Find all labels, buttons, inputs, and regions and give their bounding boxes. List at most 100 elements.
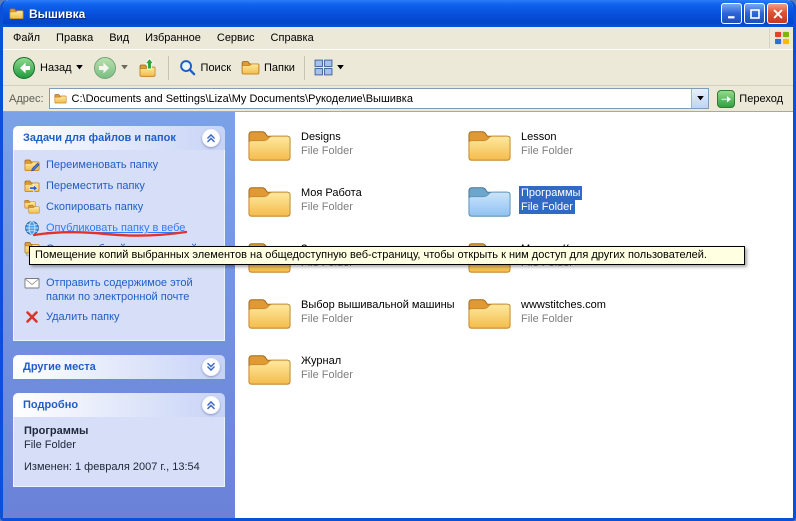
file-type: File Folder <box>519 144 575 158</box>
details-modified: Изменен: 1 февраля 2007 г., 13:54 <box>24 461 216 474</box>
views-button[interactable] <box>309 54 349 81</box>
file-name: Выбор вышивальной машины <box>299 298 457 312</box>
task-label: Удалить папку <box>46 309 120 324</box>
close-button[interactable] <box>767 3 788 24</box>
views-grid-icon <box>314 58 333 77</box>
address-label: Адрес: <box>7 93 44 105</box>
menu-tools[interactable]: Сервис <box>209 29 263 47</box>
details-file-name: Программы <box>24 425 216 437</box>
folder-up-icon <box>138 57 159 78</box>
file-type: File Folder <box>519 312 575 326</box>
folder-icon <box>467 182 512 220</box>
file-type: File Folder <box>299 144 355 158</box>
menu-bar: Файл Правка Вид Избранное Сервис Справка <box>3 27 793 50</box>
task-label: Переместить папку <box>46 178 145 193</box>
file-name: Designs <box>299 130 343 144</box>
task-email-folder[interactable]: Отправить содержимое этой папки по элект… <box>24 275 218 304</box>
details-title: Подробно <box>23 399 78 411</box>
task-label: Опубликовать папку в вебе <box>46 220 185 235</box>
address-path: C:\Documents and Settings\Liza\My Docume… <box>72 93 688 105</box>
address-dropdown-button[interactable] <box>691 89 708 108</box>
file-tile[interactable]: DesignsFile Folder <box>247 126 467 182</box>
file-tile[interactable]: Выбор вышивальной машиныFile Folder <box>247 294 467 350</box>
toolbar-separator <box>304 56 305 80</box>
forward-button[interactable] <box>88 52 133 84</box>
minimize-button[interactable] <box>721 3 742 24</box>
file-tile[interactable]: LessonFile Folder <box>467 126 687 182</box>
tasks-panel: Задачи для файлов и папок Переименовать … <box>13 126 225 341</box>
search-icon <box>178 58 197 77</box>
file-name: Программы <box>519 186 582 200</box>
file-name: Моя Работа <box>299 186 364 200</box>
title-bar[interactable]: Вышивка <box>3 0 793 27</box>
search-label: Поиск <box>201 62 231 74</box>
back-button[interactable]: Назад <box>7 52 88 84</box>
task-move-folder[interactable]: Переместить папку <box>24 178 218 194</box>
go-arrow-icon <box>717 90 735 108</box>
menu-help[interactable]: Справка <box>263 29 322 47</box>
details-body: Программы File Folder Изменен: 1 февраля… <box>13 417 225 487</box>
menu-edit[interactable]: Правка <box>48 29 101 47</box>
task-copy-folder[interactable]: Скопировать папку <box>24 199 218 215</box>
move-icon <box>24 178 40 194</box>
address-bar: Адрес: C:\Documents and Settings\Liza\My… <box>3 86 793 112</box>
other-places-title: Другие места <box>23 361 96 373</box>
folder-icon <box>247 126 292 164</box>
file-tile[interactable]: wwwstitches.comFile Folder <box>467 294 687 350</box>
other-places-panel: Другие места <box>13 355 225 379</box>
file-tile[interactable]: Моя РаботаFile Folder <box>247 182 467 238</box>
back-label: Назад <box>40 62 72 74</box>
other-places-header[interactable]: Другие места <box>13 355 225 379</box>
folder-icon <box>467 126 512 164</box>
toolbar-separator <box>168 56 169 80</box>
rename-icon <box>24 157 40 173</box>
folder-icon <box>467 294 512 332</box>
delete-icon <box>24 309 40 325</box>
details-file-type: File Folder <box>24 439 216 451</box>
file-tile[interactable]: ПрограммыFile Folder <box>467 182 687 238</box>
maximize-button[interactable] <box>744 3 765 24</box>
window-folder-icon <box>8 6 25 21</box>
folders-button[interactable]: Папки <box>236 54 300 81</box>
copy-icon <box>24 199 40 215</box>
folder-icon <box>247 350 292 388</box>
folders-icon <box>241 58 260 77</box>
task-label: Скопировать папку <box>46 199 143 214</box>
window-controls <box>721 3 788 24</box>
file-type: File Folder <box>519 200 575 214</box>
up-button[interactable] <box>133 53 164 82</box>
tasks-panel-header[interactable]: Задачи для файлов и папок <box>13 126 225 150</box>
views-dropdown-icon <box>337 65 344 70</box>
content-area: Задачи для файлов и папок Переименовать … <box>3 112 793 518</box>
menu-view[interactable]: Вид <box>101 29 137 47</box>
toolbar: Назад Поиск Папки <box>3 50 793 86</box>
go-label: Переход <box>739 93 783 105</box>
email-icon <box>24 275 40 291</box>
collapse-chevron-icon[interactable] <box>202 396 220 414</box>
forward-dropdown-icon <box>121 65 128 70</box>
folders-label: Папки <box>264 62 295 74</box>
tasks-panel-title: Задачи для файлов и папок <box>23 132 176 144</box>
menu-file[interactable]: Файл <box>5 29 48 47</box>
file-tile[interactable]: ЖурналFile Folder <box>247 350 467 406</box>
window-title: Вышивка <box>29 7 721 21</box>
menu-favorites[interactable]: Избранное <box>137 29 209 47</box>
folder-icon <box>247 182 292 220</box>
file-type: File Folder <box>299 200 355 214</box>
task-delete-folder[interactable]: Удалить папку <box>24 309 218 325</box>
tooltip: Помещение копий выбранных элементов на о… <box>29 246 745 265</box>
task-publish-folder[interactable]: Опубликовать папку в вебе <box>24 220 218 236</box>
back-arrow-icon <box>12 56 36 80</box>
expand-chevron-icon[interactable] <box>202 358 220 376</box>
go-button[interactable]: Переход <box>714 88 789 110</box>
file-name: Журнал <box>299 354 343 368</box>
task-rename-folder[interactable]: Переименовать папку <box>24 157 218 173</box>
collapse-chevron-icon[interactable] <box>202 129 220 147</box>
search-button[interactable]: Поиск <box>173 54 236 81</box>
task-label: Отправить содержимое этой папки по элект… <box>46 275 218 304</box>
file-type: File Folder <box>299 312 355 326</box>
folder-icon <box>247 294 292 332</box>
details-header[interactable]: Подробно <box>13 393 225 417</box>
address-folder-icon <box>53 92 68 105</box>
address-input[interactable]: C:\Documents and Settings\Liza\My Docume… <box>49 88 710 109</box>
